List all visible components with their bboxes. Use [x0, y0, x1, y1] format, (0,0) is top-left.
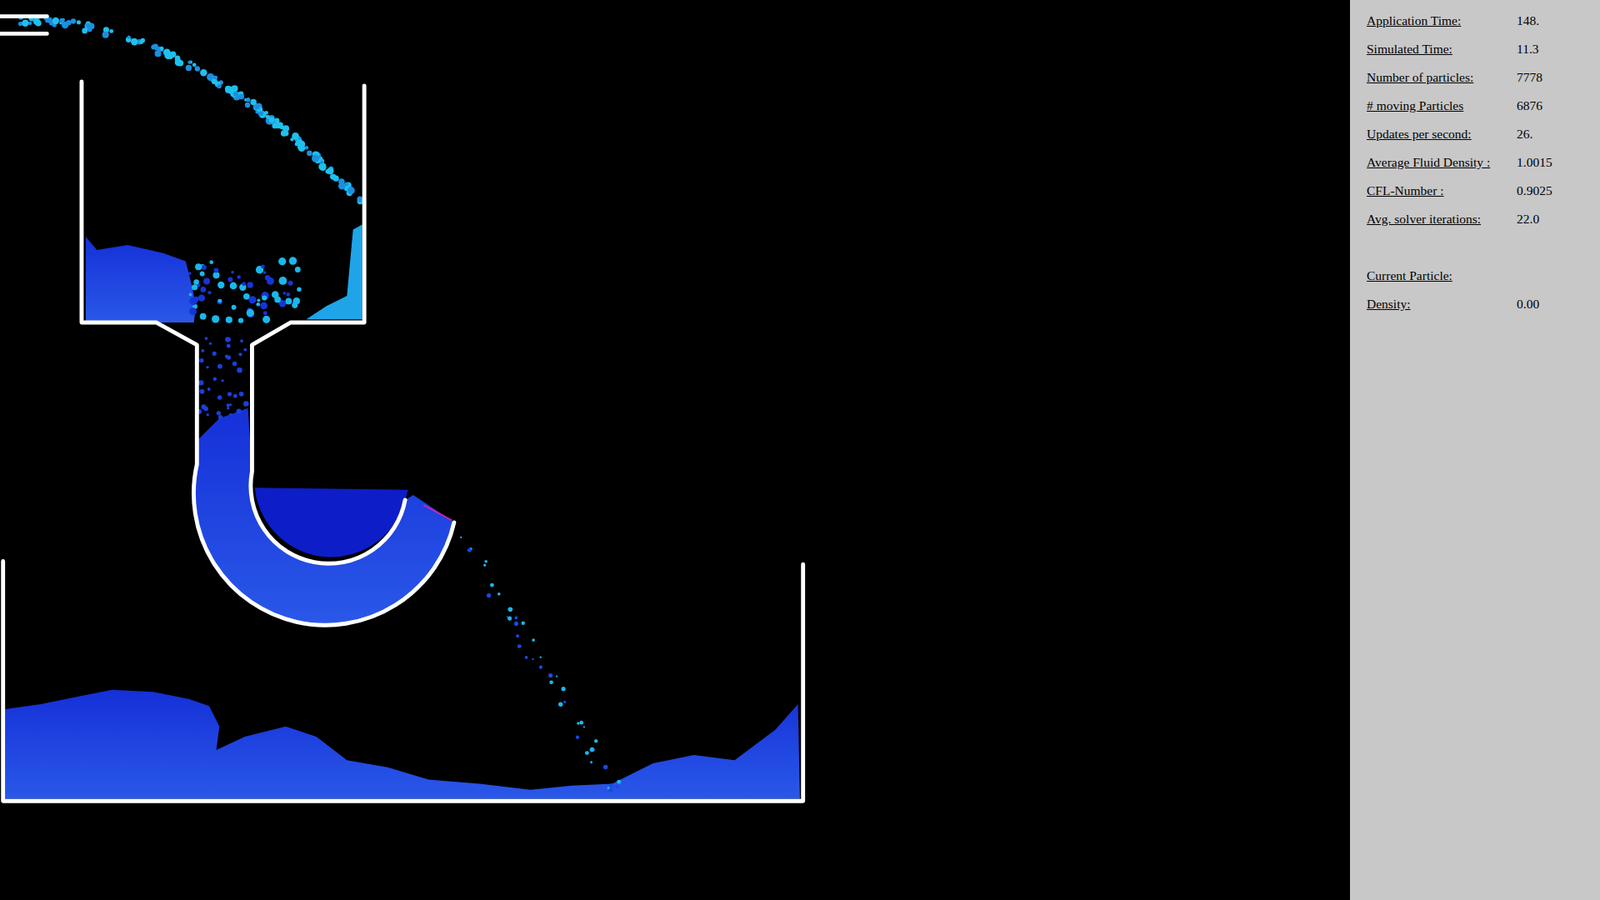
stat-label: Avg. solver iterations:: [1366, 211, 1517, 227]
stat-value: 0.9025: [1516, 183, 1553, 199]
stats-panel: Application Time:148.Simulated Time:11.3…: [1350, 0, 1600, 900]
stat-row: CFL-Number :0.9025: [1366, 176, 1600, 205]
stat-row: Application Time:148.: [1366, 6, 1600, 35]
stat-value: 11.3: [1516, 41, 1540, 57]
stat-label: # moving Particles: [1366, 98, 1517, 114]
particle-group: Current Particle: Density:0.00: [1366, 261, 1600, 319]
stat-row: Avg. solver iterations:22.0: [1366, 205, 1600, 234]
stat-value: 7778: [1516, 70, 1543, 85]
stat-label: Simulated Time:: [1366, 41, 1517, 57]
stat-row: Density:0.00: [1366, 290, 1600, 319]
stat-value: 22.0: [1516, 211, 1540, 227]
stat-row: Updates per second:26.: [1366, 120, 1600, 149]
fluid-scene: [0, 0, 1350, 900]
stat-row: # moving Particles6876: [1366, 91, 1600, 120]
stat-row: Average Fluid Density :1.0015: [1366, 148, 1600, 177]
stats-group: Application Time:148.Simulated Time:11.3…: [1366, 6, 1600, 234]
stat-value: 6876: [1516, 98, 1543, 114]
stat-value: 148.: [1516, 13, 1540, 29]
stat-label: Application Time:: [1366, 13, 1517, 29]
simulation-canvas[interactable]: [0, 0, 1350, 900]
stat-label: Number of particles:: [1366, 70, 1517, 85]
stat-value: 0.00: [1516, 296, 1540, 312]
stat-value: 1.0015: [1516, 155, 1553, 170]
stat-label: Average Fluid Density :: [1366, 155, 1517, 170]
stat-label: Updates per second:: [1366, 126, 1517, 142]
stat-label: Current Particle:: [1366, 268, 1517, 284]
stat-value: 26.: [1516, 126, 1533, 142]
stat-row: Number of particles:7778: [1366, 63, 1600, 92]
stat-row: Current Particle:: [1366, 261, 1600, 290]
stat-label: CFL-Number :: [1366, 183, 1517, 199]
stat-row: Simulated Time:11.3: [1366, 35, 1600, 64]
stat-label: Density:: [1366, 296, 1517, 312]
